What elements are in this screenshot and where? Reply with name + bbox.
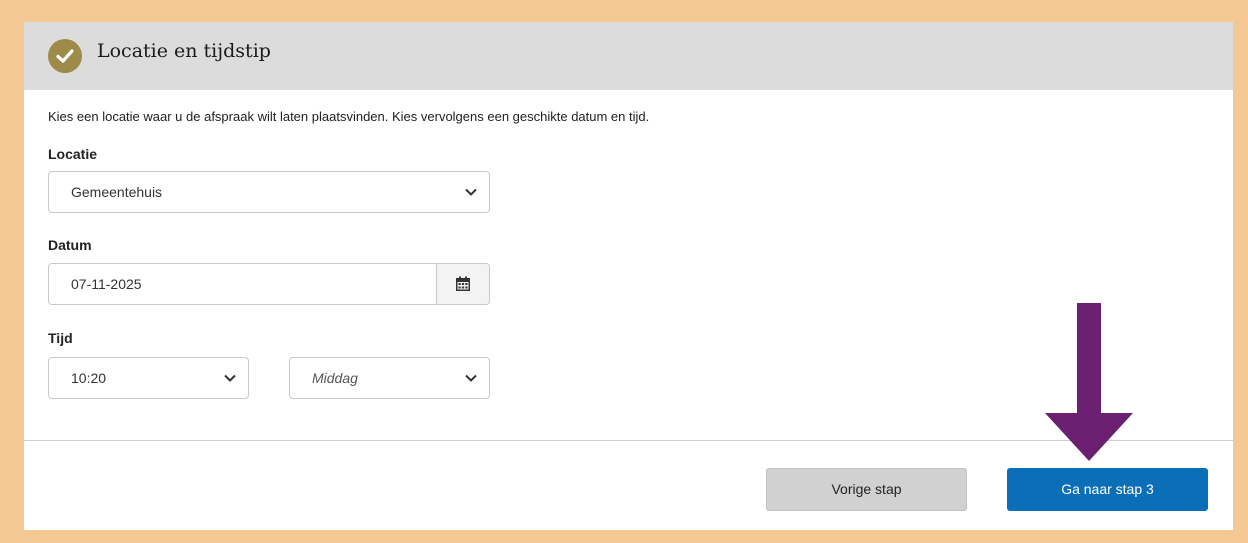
tijd-select[interactable]: 10:20: [48, 357, 249, 399]
locatie-select[interactable]: Gemeentehuis: [48, 171, 490, 213]
vorige-stap-button[interactable]: Vorige stap: [766, 468, 967, 511]
arrow-down-annotation: [1045, 303, 1133, 461]
locatie-selected-value: Gemeentehuis: [71, 184, 163, 200]
datum-field[interactable]: 07-11-2025: [48, 263, 490, 305]
locatie-label: Locatie: [48, 146, 98, 162]
datum-label: Datum: [48, 237, 92, 253]
checkmark-icon: [48, 39, 82, 73]
tijd-selected-value: 10:20: [71, 370, 107, 386]
chevron-down-icon: [465, 188, 477, 196]
tijd-label: Tijd: [48, 330, 73, 346]
dagdeel-selected-value: Middag: [312, 370, 358, 386]
ga-naar-stap-3-button[interactable]: Ga naar stap 3: [1007, 468, 1208, 511]
step-title: Locatie en tijdstip: [97, 40, 271, 62]
chevron-down-icon: [224, 374, 236, 382]
datum-input-value: 07-11-2025: [71, 276, 142, 292]
calendar-button[interactable]: [436, 264, 489, 304]
dagdeel-select[interactable]: Middag: [289, 357, 490, 399]
calendar-icon: [456, 276, 470, 291]
step-header: Locatie en tijdstip: [24, 22, 1233, 90]
intro-text: Kies een locatie waar u de afspraak wilt…: [48, 109, 650, 124]
chevron-down-icon: [465, 374, 477, 382]
